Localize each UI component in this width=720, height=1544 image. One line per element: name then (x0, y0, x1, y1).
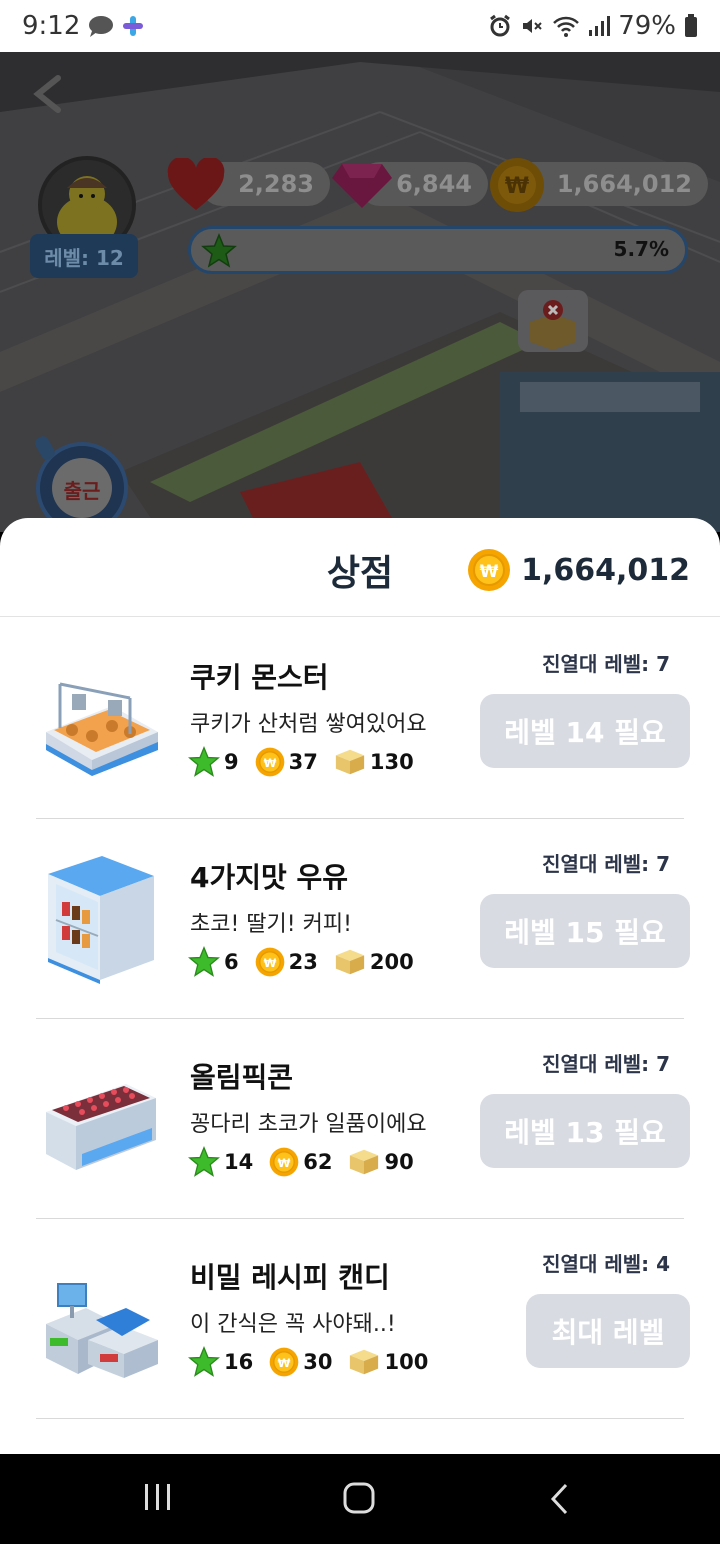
svg-text:₩: ₩ (278, 1356, 291, 1370)
coin-icon: ₩ (269, 1347, 299, 1377)
item-stats: 6 ₩23 200 (188, 946, 430, 978)
display-level: 진열대 레벨: 4 (542, 1252, 670, 1276)
star-icon (188, 946, 220, 977)
level-badge: 레벨: 12 (30, 234, 138, 278)
item-coin-value: 30 (303, 1350, 333, 1374)
xp-percent: 5.7% (613, 237, 669, 261)
system-nav-bar (0, 1454, 720, 1544)
gem-icon (332, 164, 392, 208)
star-icon (188, 1346, 220, 1377)
svg-text:₩: ₩ (263, 756, 276, 770)
candy-counter-icon (46, 1283, 158, 1378)
back-icon[interactable] (548, 1482, 572, 1516)
display-level: 진열대 레벨: 7 (542, 852, 670, 876)
display-level: 진열대 레벨: 7 (542, 652, 670, 676)
shop-header: 상점 ₩ 1,664,012 (0, 518, 720, 617)
item-box-value: 90 (384, 1150, 414, 1174)
check-in-stamp-icon[interactable]: 출근 (30, 432, 140, 532)
item-star-value: 6 (224, 950, 239, 974)
display-level: 진열대 레벨: 7 (542, 1052, 670, 1076)
game-scene: 레벨: 12 2,283 6,844 1,664,012 ₩ 5.7% 출근 (0, 52, 720, 532)
star-icon (188, 746, 220, 777)
item-star-value: 9 (224, 750, 239, 774)
coins-value: 1,664,012 (556, 170, 692, 198)
shop-item-milk: 4가지맛 우유 초코! 딸기! 커피! 6 ₩23 200 진열대 레벨: 7 … (36, 818, 690, 1019)
item-stats: 16 ₩30 100 (188, 1346, 444, 1378)
item-box-value: 200 (369, 950, 414, 974)
item-star-value: 14 (224, 1150, 254, 1174)
required-level-button[interactable]: 레벨 14 필요 (480, 694, 690, 768)
item-box-value: 130 (369, 750, 414, 774)
status-time: 9:12 (22, 11, 81, 41)
status-bar: 9:12 79% (0, 0, 720, 52)
item-coin-value: 62 (303, 1150, 333, 1174)
plus-app-icon (122, 15, 144, 37)
shop-item-cookie-monster: 쿠키 몬스터 쿠키가 산처럼 쌓여있어요 9 ₩37 130 진열대 레벨: 7… (36, 618, 690, 819)
item-name: 4가지맛 우유 (190, 861, 349, 894)
star-icon (201, 233, 237, 268)
shop-sheet: 상점 ₩ 1,664,012 쿠키 몬스터 쿠키가 산처럼 쌓여있어요 9 ₩ … (0, 518, 720, 1454)
coin-icon: ₩ (269, 1147, 299, 1177)
item-name: 쿠키 몬스터 (190, 661, 329, 694)
shop-coin-value: 1,664,012 (521, 552, 690, 588)
signal-icon (588, 16, 611, 36)
box-icon (335, 949, 364, 975)
box-icon (335, 749, 364, 775)
milk-fridge-icon (48, 856, 154, 984)
svg-text:₩: ₩ (505, 174, 529, 199)
heart-icon (167, 158, 225, 210)
delivery-box-icon[interactable] (516, 288, 590, 360)
ice-cream-freezer-icon (46, 1084, 156, 1170)
svg-text:출근: 출근 (64, 479, 101, 503)
xp-progress-bar: 5.7% (188, 226, 688, 274)
box-icon (350, 1349, 379, 1375)
shop-item-olympic-cone: 올림픽콘 꽁다리 초코가 일품이에요 14 ₩62 90 진열대 레벨: 7 레… (36, 1018, 690, 1219)
item-box-value: 100 (384, 1350, 429, 1374)
required-level-button[interactable]: 레벨 15 필요 (480, 894, 690, 968)
required-level-button[interactable]: 레벨 13 필요 (480, 1094, 690, 1168)
coin-icon: ₩ (255, 947, 284, 977)
hearts-value: 2,283 (238, 170, 314, 198)
shop-item-secret-candy: 비밀 레시피 캔디 이 간식은 꼭 사야돼..! 16 ₩30 100 진열대 … (36, 1218, 690, 1419)
svg-text:₩: ₩ (480, 562, 499, 582)
coin-icon: ₩ (255, 747, 284, 777)
item-coin-value: 37 (288, 750, 318, 774)
alarm-icon (488, 14, 512, 38)
star-icon (188, 1146, 220, 1177)
battery-icon (684, 14, 698, 38)
home-icon[interactable] (342, 1482, 376, 1514)
item-desc: 이 간식은 꼭 사야돼..! (190, 1312, 396, 1337)
gems-value: 6,844 (396, 170, 472, 198)
recent-apps-icon[interactable] (142, 1482, 174, 1512)
item-desc: 꽁다리 초코가 일품이에요 (190, 1112, 427, 1137)
battery-percent: 79% (618, 11, 676, 41)
svg-text:₩: ₩ (263, 956, 276, 970)
item-name: 올림픽콘 (190, 1061, 294, 1094)
mute-icon (520, 14, 544, 38)
item-stats: 9 ₩37 130 (188, 746, 430, 778)
max-level-button[interactable]: 최대 레벨 (526, 1294, 690, 1368)
shop-coin-balance: ₩ 1,664,012 (467, 548, 690, 592)
item-star-value: 16 (224, 1350, 254, 1374)
cookie-display-icon (46, 682, 158, 776)
wifi-icon (552, 14, 580, 38)
coin-icon: ₩ (468, 549, 511, 591)
box-icon (350, 1149, 379, 1175)
item-desc: 쿠키가 산처럼 쌓여있어요 (190, 712, 427, 737)
chat-icon (88, 15, 114, 37)
back-arrow-icon[interactable] (30, 74, 66, 114)
item-stats: 14 ₩62 90 (188, 1146, 430, 1178)
coin-icon: ₩ (490, 158, 544, 212)
svg-text:₩: ₩ (278, 1156, 291, 1170)
item-name: 비밀 레시피 캔디 (190, 1261, 390, 1294)
item-coin-value: 23 (288, 950, 318, 974)
item-desc: 초코! 딸기! 커피! (190, 912, 352, 937)
